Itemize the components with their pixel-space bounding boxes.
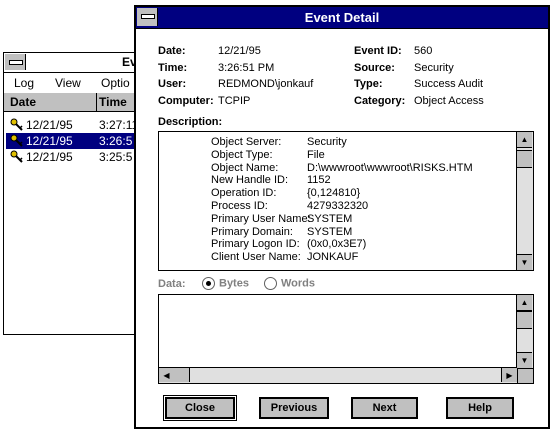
previous-button[interactable]: Previous	[259, 397, 329, 419]
description-line: Object Name: D:\wwwroot\wwwroot\RISKS.HTM	[211, 162, 473, 174]
radio-selected-icon	[202, 277, 215, 290]
event-date: 12/21/95	[26, 118, 73, 132]
category-label: Category:	[354, 95, 406, 107]
menu-options[interactable]: Optio	[101, 76, 130, 90]
description-key: Object Type:	[211, 148, 273, 161]
help-button[interactable]: Help	[446, 397, 514, 419]
computer-value: TCPIP	[218, 95, 251, 107]
words-label: Words	[281, 277, 316, 290]
data-vertical-scrollbar[interactable]: ▲ ▼	[516, 295, 533, 368]
event-time: 3:25:5	[99, 150, 133, 164]
description-line: Primary User Name:SYSTEM	[211, 213, 352, 225]
description-scrollbar[interactable]: ▲ ▼	[516, 132, 533, 270]
event-time: 3:26:5	[99, 134, 133, 148]
scroll-thumb[interactable]	[517, 150, 532, 168]
key-icon	[10, 150, 23, 163]
event-date: 12/21/95	[26, 134, 73, 148]
description-key: Primary Domain:	[211, 225, 293, 238]
category-value: Object Access	[414, 95, 484, 107]
scroll-down-arrow-icon[interactable]: ▼	[517, 254, 532, 270]
description-value: SYSTEM	[307, 225, 353, 238]
data-horizontal-scrollbar[interactable]: ◀ ▶	[159, 367, 517, 383]
description-box[interactable]: Object Server: Security Object Type: File Ob…	[158, 131, 534, 271]
description-line: Object Server: Security	[211, 136, 347, 148]
scroll-right-arrow-icon[interactable]: ▶	[501, 368, 517, 382]
key-icon	[10, 118, 23, 131]
scroll-thumb[interactable]	[174, 368, 190, 382]
description-key: New Handle ID:	[211, 174, 289, 187]
event-id-label: Event ID:	[354, 45, 402, 57]
description-value: {0,124810}	[307, 187, 361, 200]
scroll-thumb[interactable]	[517, 311, 532, 329]
description-key: Primary Logon ID:	[211, 238, 300, 251]
next-button[interactable]: Next	[351, 397, 418, 419]
event-time: 3:27:11	[99, 118, 139, 132]
type-label: Type:	[354, 78, 383, 90]
description-label: Description:	[158, 116, 223, 128]
description-line: New Handle ID: 1152	[211, 174, 331, 186]
user-value: REDMOND\jonkauf	[218, 78, 314, 90]
description-value: Security	[307, 136, 347, 148]
description-line: Operation ID: {0,124810}	[211, 187, 360, 199]
column-time[interactable]: Time	[96, 93, 127, 111]
time-value: 3:26:51 PM	[218, 62, 275, 74]
scroll-up-arrow-icon[interactable]: ▲	[517, 295, 532, 311]
description-value: File	[307, 148, 325, 161]
event-viewer-titlebar[interactable]: Ev	[4, 53, 142, 73]
radio-unselected-icon	[264, 277, 277, 290]
event-detail-title: Event Detail	[304, 10, 380, 25]
computer-label: Computer:	[158, 95, 214, 107]
description-value: SYSTEM	[307, 212, 353, 225]
scroll-up-arrow-icon[interactable]: ▲	[517, 132, 532, 148]
close-button[interactable]: Close	[163, 395, 237, 421]
event-date: 12/21/95	[26, 150, 73, 164]
bytes-label: Bytes	[219, 277, 249, 290]
description-line: Primary Domain: SYSTEM	[211, 226, 352, 238]
event-list-header: Date Time	[4, 93, 142, 112]
description-value: D:\wwwroot\wwwroot\RISKS.HTM	[307, 161, 473, 174]
event-id-value: 560	[414, 45, 433, 57]
system-menu-icon[interactable]	[5, 54, 26, 70]
user-label: User:	[158, 78, 187, 90]
event-detail-titlebar[interactable]: Event Detail	[136, 7, 548, 29]
description-line: Object Type: File	[211, 149, 325, 161]
description-line: Process ID: 4279332320	[211, 200, 368, 212]
event-detail-dialog: Event Detail Date: 12/21/95 Time: 3:26:5…	[134, 5, 550, 429]
description-value: 1152	[307, 174, 331, 187]
description-key: Process ID:	[211, 200, 268, 212]
key-icon	[10, 134, 23, 147]
data-box[interactable]: ▲ ▼ ◀ ▶	[158, 294, 534, 384]
event-row-selected[interactable]: 12/21/95 3:26:5	[6, 133, 142, 149]
description-value: (0x0,0x3E7)	[307, 238, 367, 251]
event-row[interactable]: 12/21/95 3:25:5	[6, 149, 142, 165]
event-viewer-menubar: Log View Optio	[4, 73, 142, 94]
scroll-down-arrow-icon[interactable]: ▼	[517, 352, 532, 368]
description-value: JONKAUF	[307, 251, 359, 264]
type-value: Success Audit	[414, 78, 484, 90]
scroll-left-arrow-icon[interactable]: ◀	[159, 368, 175, 382]
menu-view[interactable]: View	[55, 76, 81, 90]
column-date[interactable]: Date	[10, 95, 36, 109]
time-label: Time:	[158, 62, 188, 74]
description-line: Primary Logon ID: (0x0,0x3E7)	[211, 238, 366, 250]
description-key: Operation ID:	[211, 187, 277, 200]
source-value: Security	[414, 62, 454, 74]
event-viewer-window: Ev Log View Optio Date Time 12/21/95 3:2…	[3, 52, 143, 335]
source-label: Source:	[354, 62, 395, 74]
description-value: 4279332320	[307, 200, 369, 212]
data-label: Data:	[158, 278, 186, 290]
description-key: Object Name:	[211, 161, 279, 174]
event-row[interactable]: 12/21/95 3:27:11	[6, 117, 142, 133]
date-value: 12/21/95	[218, 45, 261, 57]
date-label: Date:	[158, 45, 186, 57]
description-key: Object Server:	[211, 136, 282, 148]
description-line: Client User Name: JONKAUF	[211, 251, 358, 263]
description-key: Client User Name:	[211, 251, 301, 264]
description-key: Primary User Name:	[211, 212, 311, 225]
scroll-corner	[517, 368, 533, 383]
bytes-radio[interactable]: Bytes	[202, 277, 249, 290]
words-radio[interactable]: Words	[264, 277, 315, 290]
menu-log[interactable]: Log	[14, 76, 34, 90]
